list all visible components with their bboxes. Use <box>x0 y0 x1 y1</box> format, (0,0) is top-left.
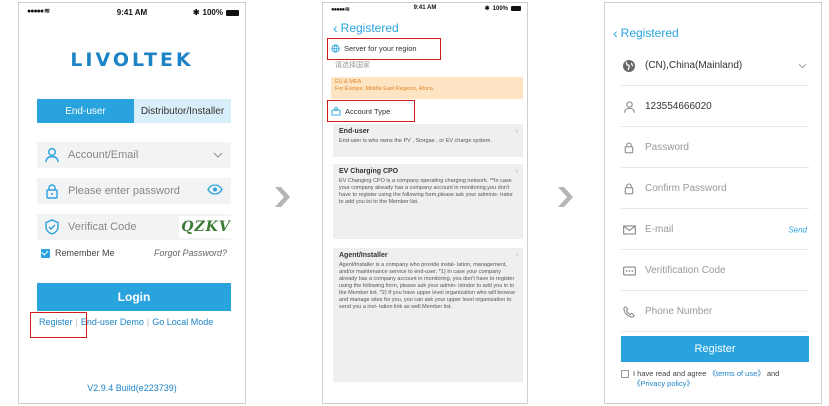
battery-icon <box>226 9 239 16</box>
chevron-down-icon[interactable] <box>213 149 223 161</box>
highlight-box <box>327 38 441 60</box>
livoltek-logo: LIVOLTEK <box>70 49 194 71</box>
shield-icon <box>43 218 61 236</box>
card-title: EV Charging CPO <box>339 168 399 175</box>
privacy-link[interactable]: 《Privacy policy》 <box>633 379 779 389</box>
phone-number-field[interactable]: Phone Number <box>621 292 809 332</box>
account-input[interactable]: Account/Email <box>37 142 231 168</box>
lock-icon <box>621 182 637 195</box>
remember-checkbox[interactable] <box>41 248 50 258</box>
country-select[interactable]: 请选择国家 <box>335 60 370 70</box>
confirm-password-field[interactable]: Confirm Password <box>621 169 809 209</box>
region-option-eu-mea[interactable]: EU & MEA For Europe, Middle East Regions… <box>331 77 523 99</box>
back-chevron-icon: ‹ <box>333 20 338 36</box>
user-icon <box>43 146 61 164</box>
register-form-screen: ‹ Registered (CN),China(Mainland) 123554… <box>604 2 822 404</box>
email-placeholder: E-mail <box>645 224 674 235</box>
card-description: Agent/Installer is a company who provide… <box>339 262 516 310</box>
password-input[interactable]: Please enter password <box>37 178 231 204</box>
battery-icon <box>511 6 521 11</box>
card-description: End-user is who owns the PV , Storgae , … <box>339 138 492 144</box>
back-chevron-icon: ‹ <box>613 25 618 41</box>
remember-me[interactable]: Remember Me <box>41 248 115 258</box>
chevron-down-icon <box>798 61 807 70</box>
captcha-image[interactable]: QZKV <box>179 216 233 238</box>
agree-and: and <box>766 369 780 378</box>
tab-end-user[interactable]: End-user <box>37 99 134 123</box>
verification-input[interactable]: Verificat Code QZKV <box>37 214 233 240</box>
terms-link[interactable]: 《terms of use》 <box>708 369 764 378</box>
password-field[interactable]: Password <box>621 128 809 168</box>
user-type-tabs: End-user Distributor/Installer <box>37 99 231 123</box>
send-code-button[interactable]: Send <box>788 225 807 234</box>
go-local-mode-link[interactable]: Go Local Mode <box>152 317 213 327</box>
card-title: Agent/Installer <box>339 252 388 259</box>
chevron-right-icon: › <box>515 252 518 259</box>
card-ev-charging-cpo[interactable]: EV Charging CPO EV Changing CPO is a com… <box>333 164 523 239</box>
verification-code-field[interactable]: Veritification Code <box>621 251 809 291</box>
page-title: Registered <box>340 21 399 35</box>
password-placeholder: Password <box>645 142 689 153</box>
password-placeholder: Please enter password <box>68 185 180 197</box>
email-field[interactable]: E-mail Send <box>621 210 809 250</box>
status-bar: ●●●●● ≋ 9:41 AM ✱ 100% <box>323 3 527 15</box>
card-end-user[interactable]: End-user End-user is who owns the PV , S… <box>333 124 523 157</box>
confirm-password-placeholder: Confirm Password <box>645 183 727 194</box>
region-name: EU & MEA <box>335 79 362 85</box>
back-button[interactable]: ‹ Registered <box>613 25 679 41</box>
bluetooth-icon: ✱ <box>192 8 200 17</box>
login-screen: ●●●●● ≋ 9:41 AM ✱ 100% LIVOLTEK End-user … <box>18 2 246 404</box>
page-title: Registered <box>620 26 679 40</box>
bluetooth-icon: ✱ <box>484 6 490 12</box>
card-description: EV Changing CPO is a company operating c… <box>339 178 513 205</box>
status-bar: ●●●●● ≋ 9:41 AM ✱ 100% <box>19 3 245 21</box>
agree-prefix: I have read and agree <box>633 369 707 378</box>
globe-icon <box>621 59 637 73</box>
end-user-demo-link[interactable]: End-user Demo <box>81 317 144 327</box>
version-label: V2.9.4 Build(e223739) <box>87 383 177 393</box>
tab-distributor-installer[interactable]: Distributor/Installer <box>134 99 231 123</box>
battery-label: 100% <box>202 8 223 17</box>
login-button[interactable]: Login <box>37 283 231 311</box>
eye-icon[interactable] <box>207 184 223 198</box>
verification-placeholder: Veritification Code <box>645 265 726 276</box>
link-separator: | <box>146 317 150 327</box>
verification-placeholder: Verificat Code <box>68 221 137 233</box>
forgot-password-link[interactable]: Forgot Password? <box>154 248 227 258</box>
account-type-screen: ●●●●● ≋ 9:41 AM ✱ 100% ‹ Registered Serve… <box>322 2 528 404</box>
battery-label: 100% <box>492 5 508 12</box>
register-button[interactable]: Register <box>621 336 809 362</box>
highlight-box <box>327 100 415 122</box>
lock-icon <box>621 141 637 154</box>
remember-label: Remember Me <box>55 248 115 258</box>
back-button[interactable]: ‹ Registered <box>333 20 399 36</box>
card-agent-installer[interactable]: Agent/Installer Agent/Installer is a com… <box>333 248 523 382</box>
account-placeholder: Account/Email <box>68 149 139 161</box>
phone-account-value: 123554666020 <box>645 101 712 112</box>
lock-icon <box>43 182 61 200</box>
country-value: (CN),China(Mainland) <box>645 60 743 71</box>
phone-number-placeholder: Phone Number <box>645 306 713 317</box>
agree-checkbox[interactable] <box>621 370 629 378</box>
next-arrow-icon <box>273 186 291 208</box>
highlight-box <box>30 312 87 338</box>
user-icon <box>621 100 637 114</box>
chevron-right-icon: › <box>515 128 518 135</box>
phone-icon <box>621 305 637 318</box>
phone-account-field[interactable]: 123554666020 <box>621 87 809 127</box>
region-description: For Europe, Middle East Regions, Africa. <box>335 86 435 92</box>
code-icon <box>621 265 637 276</box>
card-title: End-user <box>339 128 370 135</box>
agreement: I have read and agree 《terms of use》 and… <box>621 369 779 389</box>
mail-icon <box>621 224 637 235</box>
next-arrow-icon <box>556 186 574 208</box>
chevron-right-icon: › <box>515 168 518 175</box>
country-select[interactable]: (CN),China(Mainland) <box>621 46 809 86</box>
